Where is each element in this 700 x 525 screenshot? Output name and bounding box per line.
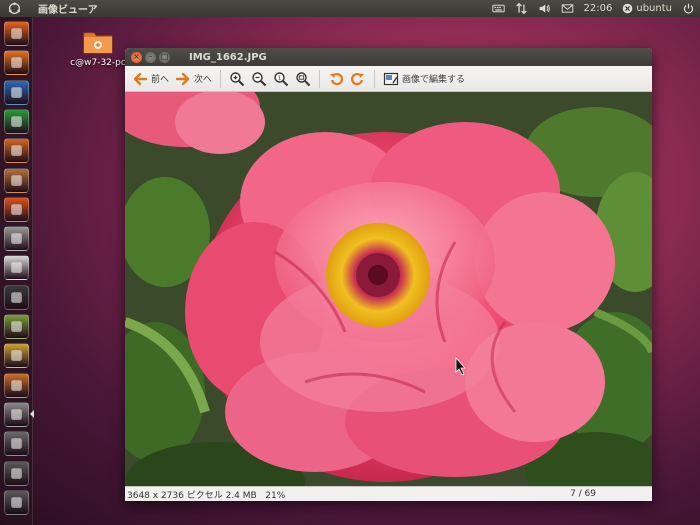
image-edit-icon [383,72,399,85]
statusbar: 3648 x 2736 ピクセル 2.4 MB 21% 7 / 69 [125,486,652,501]
clock-indicator[interactable]: 22:06 [579,0,618,17]
edit-image-button[interactable]: 画像で編集する [380,68,468,90]
launcher [0,17,33,525]
image-viewer-icon [11,409,22,420]
rotate-right-button[interactable] [347,68,369,90]
launcher-item[interactable] [4,196,29,222]
arrow-left-icon [133,72,148,85]
user-status-icon [623,3,633,14]
launcher-item[interactable] [4,401,29,427]
shared-folder-icon [83,32,113,54]
launcher-item[interactable] [4,167,29,193]
zoom-fit-button[interactable] [292,68,314,90]
launcher-item[interactable] [4,138,29,164]
launcher-item[interactable] [4,343,29,369]
user-indicator[interactable]: ubuntu [617,0,677,17]
maximize-button[interactable]: □ [159,51,170,63]
next-label: 次へ [194,75,213,85]
clock-text: 22:06 [583,3,613,14]
rotate-left-button[interactable] [325,68,347,90]
software-center-icon [11,174,22,186]
dash-button[interactable] [0,0,28,17]
network-arrows-icon [515,2,527,15]
next-button[interactable]: 次へ [172,68,215,90]
ubuntu-one-icon [11,203,22,215]
close-button[interactable]: × [131,51,142,63]
zoom-original-icon: 1 [274,71,289,86]
camera-icon [11,233,22,244]
launcher-item[interactable] [4,489,29,515]
launcher-item[interactable] [4,460,29,486]
messaging-indicator[interactable] [556,0,579,17]
workspace-switcher-icon [11,438,22,449]
zoom-normal-button[interactable]: 1 [270,68,292,90]
minimize-button[interactable]: – [145,51,156,63]
launcher-item[interactable] [4,284,29,310]
arrow-right-icon [175,72,190,85]
zoom-in-button[interactable] [226,68,248,90]
rotate-right-icon [351,72,365,85]
update-icon [11,379,22,391]
writer-icon [11,86,22,98]
desktop-folder[interactable]: c@w7-32-pc [68,28,128,68]
active-app-title: 画像ビューア [38,5,98,16]
ubuntu-logo-icon [8,2,20,15]
rotate-left-icon [330,72,344,85]
toolbar-separator [319,69,321,88]
zoom-fit-icon [296,71,311,86]
launcher-item[interactable] [4,372,29,398]
terminal-icon [11,291,22,303]
keyboard-icon [491,4,505,13]
optical-disk-icon [11,496,22,508]
zoom-in-icon [230,71,245,86]
text-editor-icon [11,262,22,274]
session-indicator[interactable] [677,0,700,17]
volume-indicator[interactable] [533,0,556,17]
window-title: IMG_1662.JPG [189,51,267,63]
tools-icon [11,321,22,332]
top-panel: 画像ビューア 22:06 ubuntu [0,0,700,17]
window-titlebar[interactable]: × – □ IMG_1662.JPG [125,48,652,66]
image-info: 3648 x 2736 ピクセル 2.4 MB 21% [127,490,286,501]
image-viewer-window: × – □ IMG_1662.JPG 前へ 次へ 1 画像で編集する 3648 … [125,48,652,501]
launcher-item[interactable] [4,21,29,46]
system-tray: 22:06 ubuntu [487,0,700,17]
toolbar-separator [374,69,376,88]
toolbar: 前へ 次へ 1 画像で編集する [125,66,652,92]
zoom-out-button[interactable] [248,68,270,90]
firefox-icon [11,57,22,69]
peony-photo [125,92,652,486]
launcher-item[interactable] [4,108,29,134]
launcher-item[interactable] [4,314,29,339]
active-app-arrow [30,410,34,418]
launcher-item[interactable] [4,50,29,76]
envelope-icon [561,4,573,13]
user-name: ubuntu [636,3,672,14]
calc-icon [11,116,22,127]
previous-label: 前へ [151,75,170,85]
toolbar-separator [220,69,222,88]
edit-image-label: 画像で編集する [402,75,466,85]
home-folder-icon [11,28,22,39]
impress-icon [11,145,22,156]
launcher-item[interactable] [4,431,29,457]
keyboard-indicator[interactable] [487,0,510,17]
speaker-icon [539,4,550,13]
disk-icon [11,467,22,479]
network-indicator[interactable] [510,0,533,17]
launcher-item[interactable] [4,79,29,105]
zoom-out-icon [252,71,267,86]
launcher-item[interactable] [4,226,29,252]
power-icon [683,3,694,14]
launcher-item[interactable] [4,255,29,281]
pencils-icon [11,350,22,362]
image-counter: 7 / 69 [570,489,596,499]
desktop-folder-label: c@w7-32-pc [70,58,126,68]
previous-button[interactable]: 前へ [129,68,172,90]
image-canvas[interactable] [125,92,652,486]
svg-text:1: 1 [278,75,282,81]
